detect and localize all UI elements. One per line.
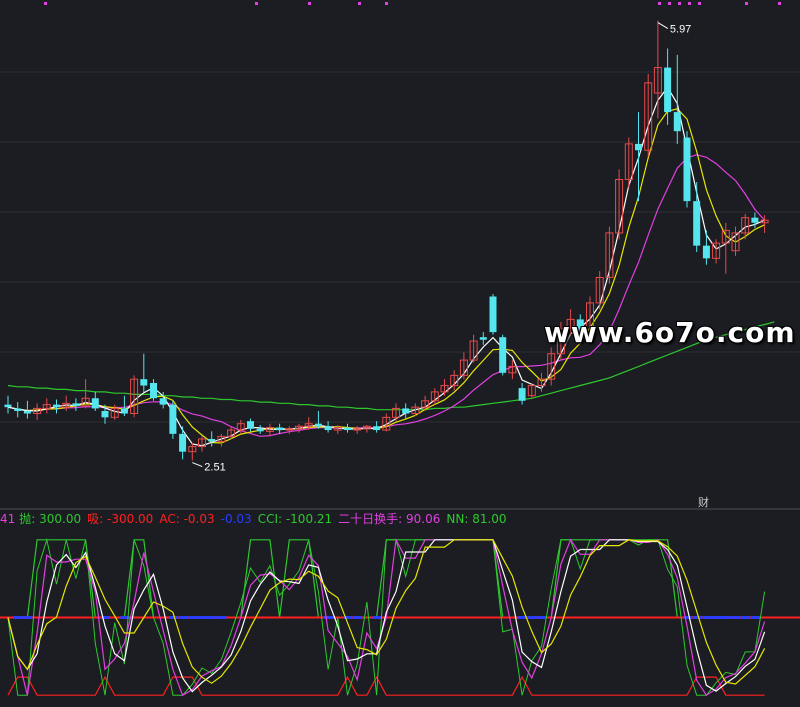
top-marker-dot: [308, 2, 311, 5]
candle-body: [402, 408, 410, 414]
indicator-first-value: 41: [0, 512, 16, 526]
candlesticks: [4, 20, 769, 461]
nn-value: NN: 81.00: [446, 512, 507, 526]
high-arrow: [657, 22, 669, 29]
chart-canvas: 5.97 2.51: [0, 2, 800, 697]
top-marker-dot: [385, 2, 388, 5]
top-marker-dot: [688, 2, 691, 5]
candle-body: [664, 67, 672, 113]
ac-value: AC: -0.03: [159, 512, 215, 526]
candle-body: [53, 404, 60, 408]
high-price-label: 5.97: [670, 24, 691, 36]
candle-body: [518, 388, 526, 401]
top-marker-dot: [678, 2, 681, 5]
ac-blue-segment: [537, 616, 547, 619]
low-arrow: [192, 462, 203, 468]
ac-blue-segment: [23, 616, 33, 619]
turnover-value: 二十日换手: 90.06: [338, 512, 441, 526]
top-marker-dot: [745, 2, 748, 5]
ac-blue-segment: [207, 616, 217, 619]
indicator-panel: [0, 537, 800, 697]
xi-step-line: [7, 675, 765, 696]
moving-averages: [7, 86, 775, 447]
candle-body: [169, 404, 177, 434]
candle-body: [324, 426, 332, 431]
candle-body: [751, 217, 759, 223]
ma-slow-line: [7, 154, 766, 437]
candle-body: [489, 296, 497, 333]
pao-step-line: [8, 539, 765, 619]
ac-blue-segment: [741, 616, 751, 619]
top-marker-dot: [658, 2, 661, 5]
top-marker-dot: [358, 2, 361, 5]
candle-body: [683, 137, 691, 202]
ac-blue-segment: [527, 616, 537, 619]
ac-blue-segment: [750, 616, 760, 619]
top-marker-dots: [44, 2, 781, 5]
top-marker-dot: [698, 2, 701, 5]
unnamed-value: -0.03: [220, 512, 252, 526]
candle-body: [91, 398, 99, 409]
candle-body: [344, 427, 351, 431]
ac-blue-segment: [353, 616, 363, 619]
candle-body: [179, 433, 187, 452]
candle-body: [314, 423, 322, 427]
candle-body: [4, 404, 12, 408]
ac-blue-segment: [731, 616, 741, 619]
candle-body: [247, 421, 254, 429]
candle-body: [72, 403, 80, 406]
ac-blue-segment: [188, 616, 198, 619]
ac-blue-segment: [217, 616, 227, 619]
candle-body: [140, 379, 148, 386]
price-marks: 5.97 2.51: [192, 22, 691, 474]
candle-body: [479, 337, 487, 340]
ac-blue-segment: [372, 616, 382, 619]
ac-blue-segment: [178, 616, 188, 619]
candle-body: [702, 245, 710, 259]
ma-fast-line: [7, 86, 765, 447]
candle-body: [673, 112, 681, 132]
ac-blue-segment: [692, 616, 702, 619]
candle-body: [373, 426, 381, 431]
candle-body: [693, 201, 701, 246]
candle-body: [101, 410, 109, 418]
ac-blue-segment: [168, 616, 178, 619]
top-marker-dot: [255, 2, 258, 5]
pao-value: 抛: 300.00: [19, 512, 82, 526]
candle-body: [256, 428, 264, 432]
xi-value: 吸: -300.00: [87, 512, 154, 526]
candle-body: [276, 427, 284, 431]
ac-blue-segment: [712, 616, 722, 619]
ac-blue-segment: [683, 616, 692, 619]
event-tag[interactable]: 财: [698, 494, 709, 510]
low-price-label: 2.51: [204, 462, 225, 474]
top-marker-dot: [668, 2, 671, 5]
watermark: www.6o7o.com: [544, 316, 796, 349]
ac-blue-segment: [721, 616, 731, 619]
ac-blue-segment: [13, 616, 23, 619]
candle-body: [23, 410, 31, 414]
ac-blue-segment: [702, 616, 712, 619]
candle-body: [208, 438, 216, 442]
candle-body: [150, 382, 157, 399]
candle-body: [499, 337, 507, 373]
candle-body: [635, 143, 642, 151]
candle-body: [120, 408, 128, 414]
top-marker-dot: [778, 2, 781, 5]
ac-blue-segment: [198, 616, 207, 619]
cci-value: CCI: -100.21: [257, 512, 333, 526]
top-marker-dot: [44, 2, 47, 5]
candle-body: [159, 398, 167, 405]
indicator-header: 41 抛: 300.00 吸: -300.00 AC: -0.03 -0.03 CCI: …: [0, 510, 800, 526]
candle-body: [14, 408, 22, 411]
